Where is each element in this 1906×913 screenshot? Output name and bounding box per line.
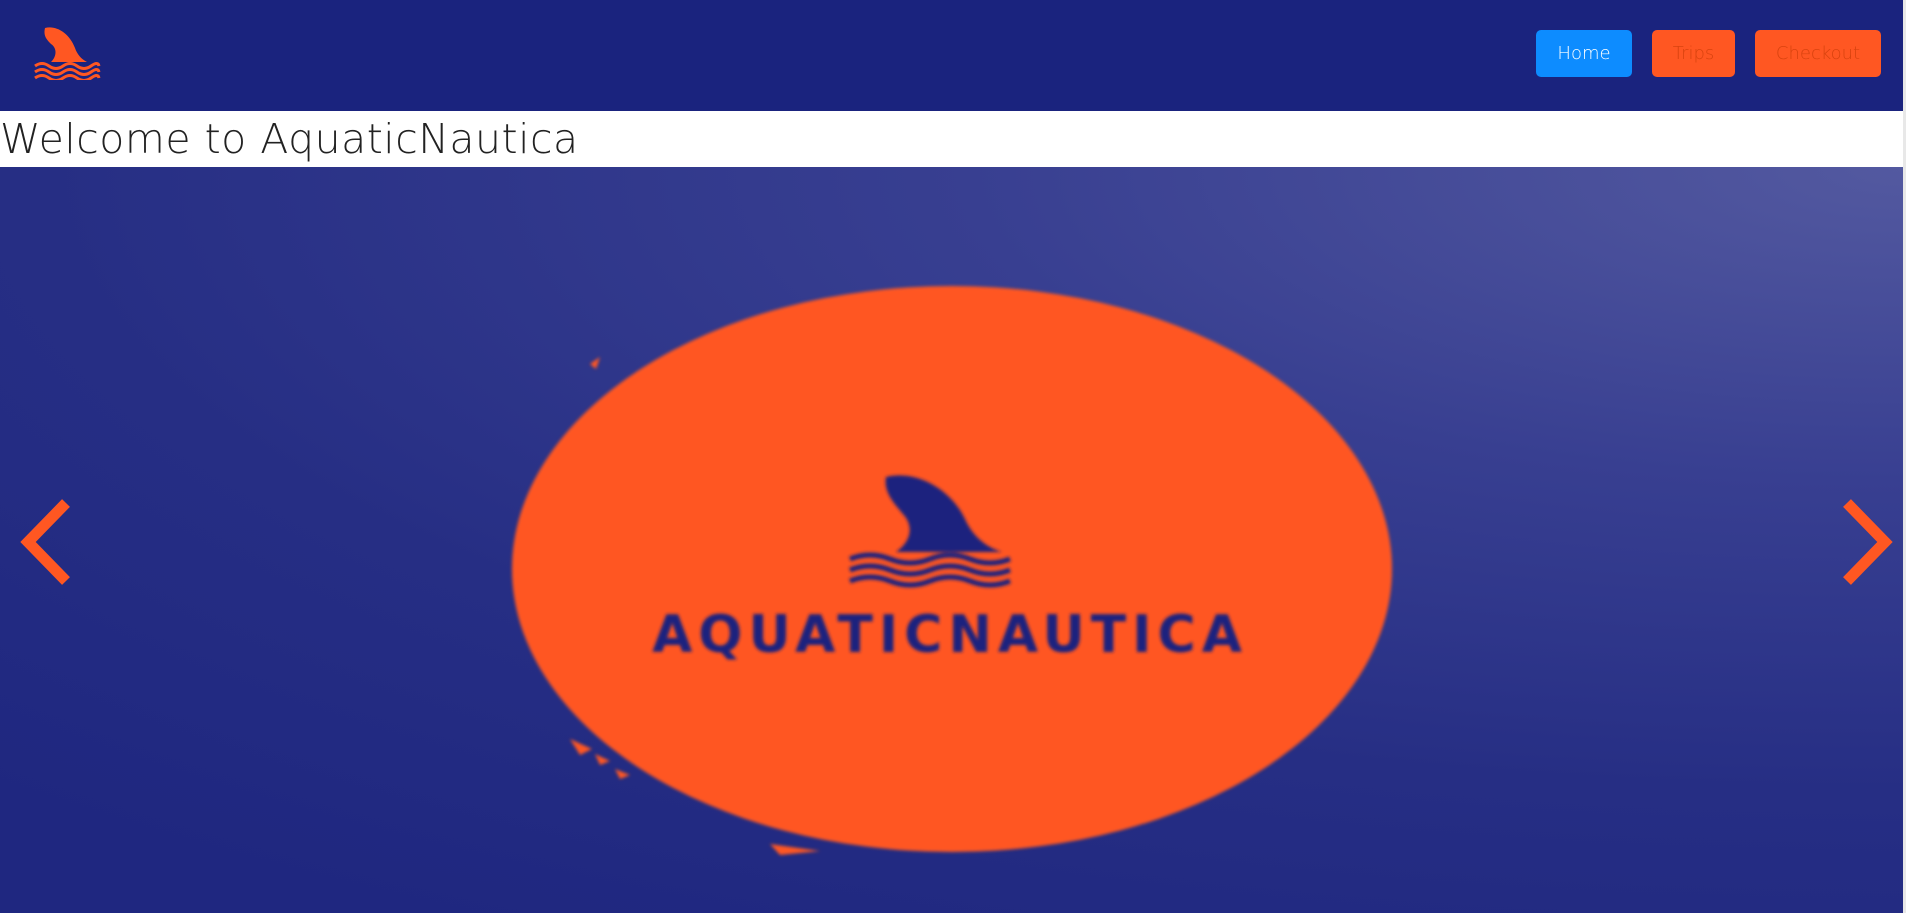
orange-ellipse-badge — [512, 286, 1392, 855]
carousel-prev-icon[interactable] — [18, 497, 78, 587]
title-strip: Welcome to AquaticNautica — [0, 111, 1903, 167]
slide-brand-text: AQUATICNAUTICA — [652, 605, 1248, 665]
main-nav: Home Trips Checkout — [1536, 30, 1881, 77]
shark-fin-logo-icon[interactable] — [33, 26, 101, 82]
page: Home Trips Checkout Welcome to AquaticNa… — [0, 0, 1906, 913]
hero-carousel: AQUATICNAUTICA — [0, 167, 1903, 913]
nav-home-button[interactable]: Home — [1536, 30, 1632, 77]
carousel-slide-image: AQUATICNAUTICA — [500, 279, 1400, 879]
top-navbar: Home Trips Checkout — [0, 0, 1903, 111]
nav-checkout-button[interactable]: Checkout — [1755, 30, 1881, 77]
nav-trips-button[interactable]: Trips — [1652, 30, 1735, 77]
page-title: Welcome to AquaticNautica — [0, 115, 579, 163]
carousel-next-icon[interactable] — [1835, 497, 1895, 587]
